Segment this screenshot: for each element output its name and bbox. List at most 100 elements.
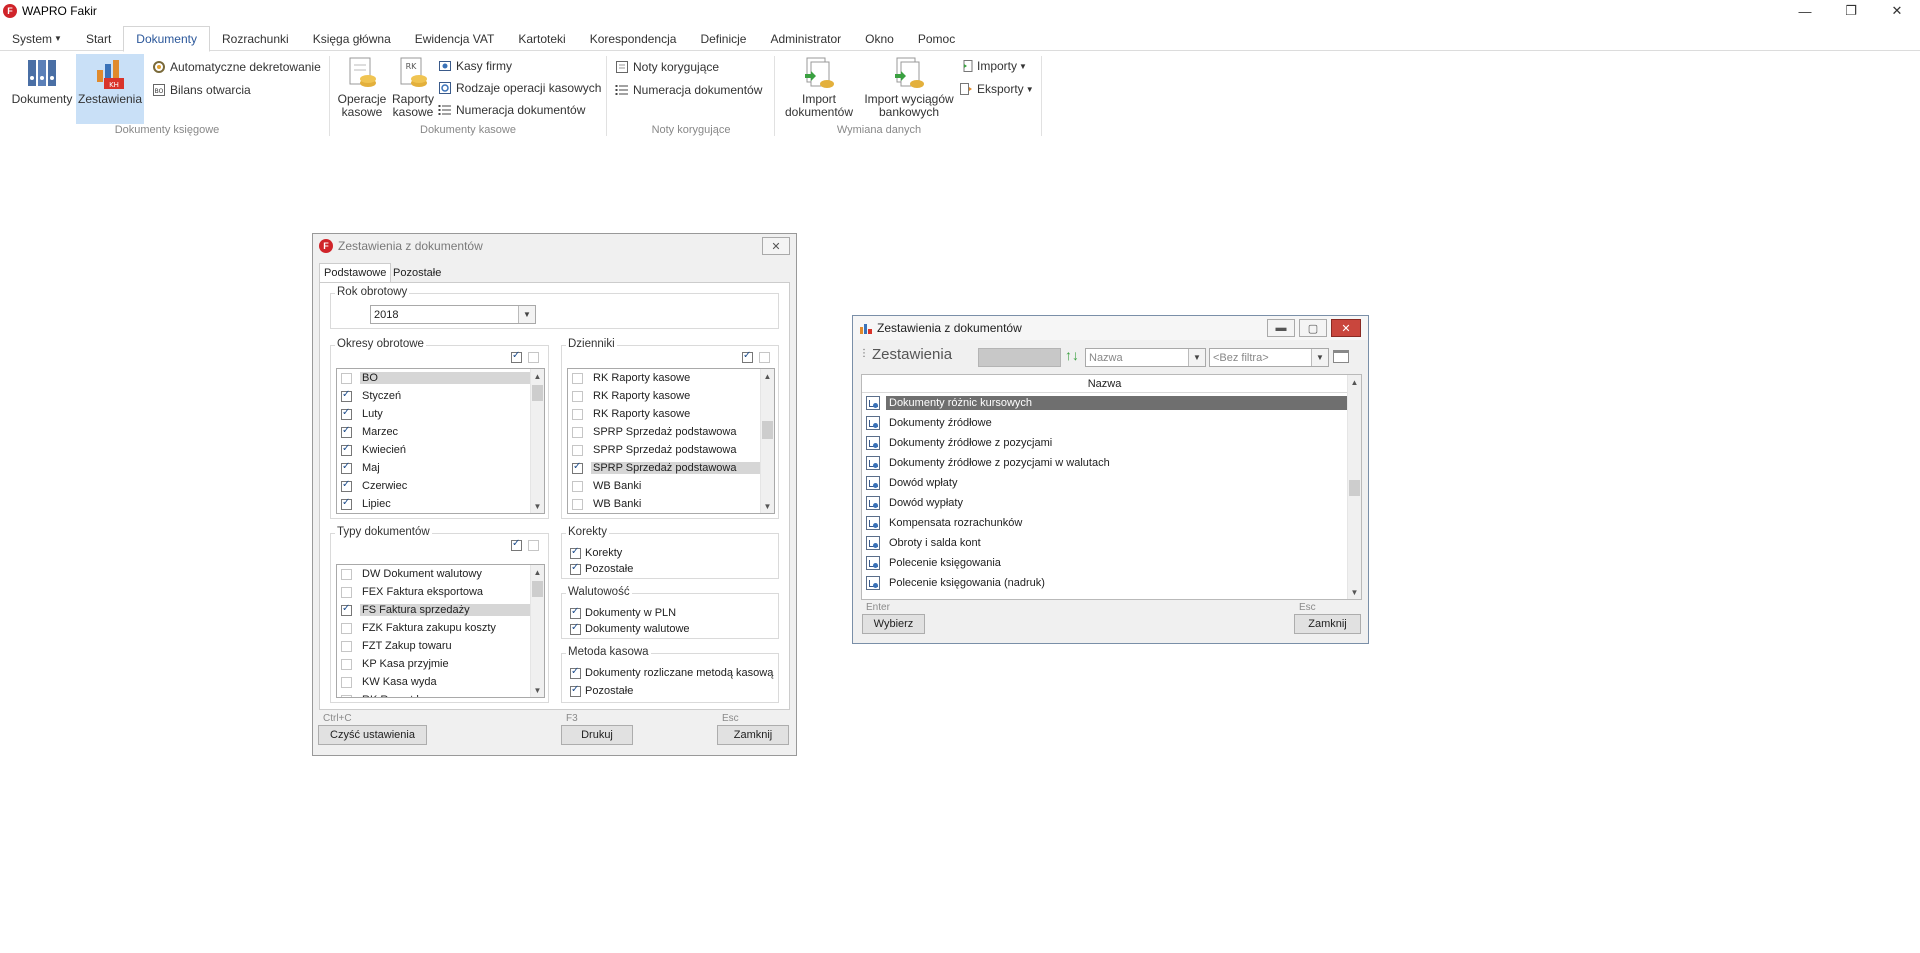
typ-dokumentu-item[interactable]: DW Dokument walutowy bbox=[337, 565, 544, 583]
okres-item-checkbox[interactable] bbox=[341, 461, 352, 474]
rok-obrotowy-select[interactable]: 2018 ▼ bbox=[370, 305, 536, 324]
menu-korespondencja[interactable]: Korespondencja bbox=[578, 26, 689, 51]
okres-item-checkbox[interactable] bbox=[341, 497, 352, 510]
dzienniki-scrollbar[interactable]: ▲ ▼ bbox=[760, 369, 774, 513]
dziennik-item-checkbox[interactable] bbox=[572, 444, 583, 456]
pln-checkbox[interactable] bbox=[570, 606, 581, 619]
auto-dekretowanie-button[interactable]: Automatyczne dekretowanie bbox=[152, 58, 321, 76]
scroll-up-icon[interactable]: ▲ bbox=[1348, 375, 1361, 389]
dziennik-item-checkbox[interactable] bbox=[572, 461, 583, 474]
kasy-firmy-button[interactable]: Kasy firmy bbox=[438, 57, 512, 75]
typ-dokumentu-item-checkbox[interactable] bbox=[341, 694, 352, 697]
typ-dokumentu-item[interactable]: FEX Faktura eksportowa bbox=[337, 583, 544, 601]
okres-item-checkbox[interactable] bbox=[341, 407, 352, 420]
table-row[interactable]: Dowód wypłaty bbox=[862, 493, 1347, 513]
bilans-otwarcia-button[interactable]: BO Bilans otwarcia bbox=[152, 81, 251, 99]
table-row[interactable]: Obroty i salda kont bbox=[862, 533, 1347, 553]
table-row[interactable]: Dowód wpłaty bbox=[862, 473, 1347, 493]
dziennik-item-checkbox[interactable] bbox=[572, 408, 583, 420]
menu-ksiega-glowna[interactable]: Księga główna bbox=[301, 26, 403, 51]
menu-definicje[interactable]: Definicje bbox=[688, 26, 758, 51]
metoda-kasowa-option[interactable]: Dokumenty rozliczane metodą kasową bbox=[570, 666, 773, 679]
okresy-scrollbar[interactable]: ▲ ▼ bbox=[530, 369, 544, 513]
dziennik-item-checkbox[interactable] bbox=[572, 372, 583, 384]
okres-item-checkbox[interactable] bbox=[341, 443, 352, 456]
sort-field-select[interactable]: Nazwa ▼ bbox=[1085, 348, 1206, 367]
korekty-pozostale-option[interactable]: Pozostałe bbox=[570, 562, 633, 575]
scroll-thumb[interactable] bbox=[762, 421, 773, 439]
report-grid-scrollbar[interactable]: ▲ ▼ bbox=[1347, 375, 1361, 599]
korekty-option[interactable]: Korekty bbox=[570, 546, 622, 559]
okres-item[interactable]: Lipiec bbox=[337, 495, 544, 513]
deselect-all-checkbox[interactable] bbox=[528, 540, 539, 551]
dziennik-item[interactable]: RK Raporty kasowe bbox=[568, 369, 774, 387]
numeracja-kasowe-button[interactable]: Numeracja dokumentów bbox=[438, 101, 585, 119]
metoda-kasowa-checkbox[interactable] bbox=[570, 666, 581, 679]
select-all-checkbox[interactable] bbox=[511, 538, 522, 551]
pln-option[interactable]: Dokumenty w PLN bbox=[570, 606, 676, 619]
zestawienia-button[interactable]: KH Zestawienia bbox=[76, 54, 144, 124]
importy-dropdown[interactable]: Importy ▼ bbox=[959, 57, 1027, 75]
dziennik-item[interactable]: SPRP Sprzedaż podstawowa bbox=[568, 459, 774, 477]
typ-dokumentu-item[interactable]: FZK Faktura zakupu koszty bbox=[337, 619, 544, 637]
dziennik-item[interactable]: WB Banki bbox=[568, 477, 774, 495]
print-button[interactable]: Drukuj bbox=[561, 725, 633, 745]
okres-item-checkbox[interactable] bbox=[341, 479, 352, 492]
menu-okno[interactable]: Okno bbox=[853, 26, 906, 51]
menu-dokumenty[interactable]: Dokumenty bbox=[123, 26, 210, 52]
numeracja-noty-button[interactable]: Numeracja dokumentów bbox=[615, 81, 762, 99]
okres-item-checkbox[interactable] bbox=[341, 425, 352, 438]
menu-system[interactable]: System ▼ bbox=[0, 26, 74, 51]
select-all-checkbox[interactable] bbox=[742, 350, 753, 363]
column-header-nazwa[interactable]: Nazwa bbox=[862, 375, 1347, 393]
typ-dokumentu-item[interactable]: FS Faktura sprzedaży bbox=[337, 601, 544, 619]
filter-dialog-close-icon[interactable]: ✕ bbox=[762, 237, 790, 255]
scroll-down-icon[interactable]: ▼ bbox=[761, 499, 774, 513]
deselect-all-checkbox[interactable] bbox=[759, 352, 770, 363]
walutowe-checkbox[interactable] bbox=[570, 622, 581, 635]
typy-scrollbar[interactable]: ▲ ▼ bbox=[530, 565, 544, 697]
scroll-down-icon[interactable]: ▼ bbox=[1348, 585, 1361, 599]
dziennik-item-checkbox[interactable] bbox=[572, 390, 583, 402]
choose-button[interactable]: Wybierz bbox=[862, 614, 925, 634]
dziennik-item[interactable]: SPRP Sprzedaż podstawowa bbox=[568, 423, 774, 441]
table-row[interactable]: Dokumenty źródłowe bbox=[862, 413, 1347, 433]
import-dokumentow-button[interactable]: Import dokumentów bbox=[779, 54, 859, 124]
korekty-pozostale-checkbox[interactable] bbox=[570, 562, 581, 575]
scroll-up-icon[interactable]: ▲ bbox=[531, 369, 544, 383]
typ-dokumentu-item[interactable]: KW Kasa wyda bbox=[337, 673, 544, 691]
maximize-icon[interactable]: ▢ bbox=[1299, 319, 1327, 337]
dziennik-item-checkbox[interactable] bbox=[572, 426, 583, 438]
menu-start[interactable]: Start bbox=[74, 26, 123, 51]
menu-ewidencja-vat[interactable]: Ewidencja VAT bbox=[403, 26, 507, 51]
metoda-pozostale-checkbox[interactable] bbox=[570, 684, 581, 697]
select-all-checkbox[interactable] bbox=[511, 350, 522, 363]
dziennik-item[interactable]: RK Raporty kasowe bbox=[568, 387, 774, 405]
walutowe-option[interactable]: Dokumenty walutowe bbox=[570, 622, 690, 635]
dziennik-item-checkbox[interactable] bbox=[572, 498, 583, 510]
table-row[interactable]: Polecenie księgowania bbox=[862, 553, 1347, 573]
dziennik-item[interactable]: SPRP Sprzedaż podstawowa bbox=[568, 441, 774, 459]
eksporty-dropdown[interactable]: Eksporty ▼ bbox=[959, 80, 1034, 98]
report-list-close-icon[interactable]: ✕ bbox=[1331, 319, 1361, 337]
okres-item[interactable]: Styczeń bbox=[337, 387, 544, 405]
dziennik-item-checkbox[interactable] bbox=[572, 480, 583, 492]
okres-item[interactable]: BO bbox=[337, 369, 544, 387]
tab-pozostale[interactable]: Pozostałe bbox=[389, 263, 445, 282]
scroll-thumb[interactable] bbox=[532, 581, 543, 597]
menu-pomoc[interactable]: Pomoc bbox=[906, 26, 967, 51]
close-button[interactable]: ✕ bbox=[1874, 0, 1920, 22]
folder-icon[interactable] bbox=[1333, 350, 1349, 363]
korekty-checkbox[interactable] bbox=[570, 546, 581, 559]
okres-item-checkbox[interactable] bbox=[341, 389, 352, 402]
typ-dokumentu-item[interactable]: RK Raport kasowy bbox=[337, 691, 544, 697]
scroll-up-icon[interactable]: ▲ bbox=[761, 369, 774, 383]
dokumenty-button[interactable]: Dokumenty bbox=[8, 54, 76, 116]
raporty-kasowe-button[interactable]: RK Raporty kasowe bbox=[388, 54, 438, 124]
okres-item[interactable]: Marzec bbox=[337, 423, 544, 441]
okres-item[interactable]: Luty bbox=[337, 405, 544, 423]
okres-item[interactable]: Czerwiec bbox=[337, 477, 544, 495]
minimize-icon[interactable]: ▬ bbox=[1267, 319, 1295, 337]
dziennik-item[interactable]: WB Banki bbox=[568, 495, 774, 513]
okres-item[interactable]: Maj bbox=[337, 459, 544, 477]
